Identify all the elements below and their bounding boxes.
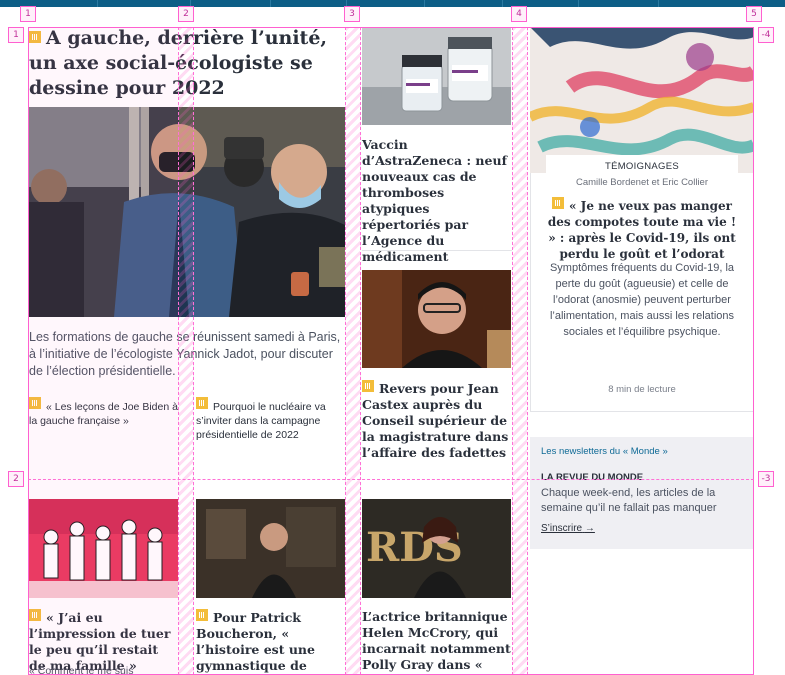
grid-gutter [345,27,361,675]
top-bar [0,0,785,7]
live-badge-icon [29,397,41,409]
grid-gutter [512,27,528,675]
mccrory-thumbnail[interactable]: RDS [362,499,511,598]
main-lede: Les formations de gauche se réunissent s… [29,330,341,378]
mccrory-photo-illustration: RDS [362,499,511,598]
main-article-photo[interactable] [29,107,345,317]
testimony-authors: Camille Bordenet et Eric Collier [576,177,708,188]
main-headline[interactable]: A gauche, derrière l’unité, un axe socia… [29,26,347,101]
testimony-label: TÉMOIGNAGES [546,155,738,175]
row-marker: -4 [758,27,774,43]
live-badge-icon [196,609,208,621]
newsletter-heading[interactable]: Les newsletters du « Monde » [541,446,668,457]
testimony-description: Symptômes fréquents du Covid-19, la pert… [549,262,735,338]
card-mccrory-title[interactable]: L’actrice britannique Helen McCrory, qui… [362,609,512,675]
card-boucheron-title[interactable]: Pour Patrick Boucheron, « l’histoire est… [196,609,346,675]
row-marker: 2 [8,471,24,487]
testimony-title[interactable]: « Je ne veux pas manger des compotes tou… [544,197,740,262]
vaccine-thumbnail[interactable] [362,27,511,125]
politicians-photo-illustration [29,107,345,317]
live-badge-icon [551,197,564,209]
boucheron-thumbnail[interactable] [196,499,345,598]
live-badge-icon [29,31,41,43]
card-vaccine-title[interactable]: Vaccin d’AstraZeneca : neuf nouveaux cas… [362,137,512,265]
castex-portrait-illustration [362,270,511,368]
newsletter-subscribe-link[interactable]: S’inscrire → [541,523,595,534]
abstract-brushstroke-illustration [530,27,754,173]
row-marker: 1 [8,27,24,43]
related-link-nuclear[interactable]: Pourquoi le nucléaire va s’inviter dans … [196,397,346,442]
reading-time: 8 min de lecture [608,384,676,395]
card-castex-title[interactable]: Revers pour Jean Castex auprès du Consei… [362,380,512,461]
column-marker: 2 [178,6,194,22]
column-marker: 1 [20,6,36,22]
related-link-biden[interactable]: « Les leçons de Joe Biden à la gauche fr… [29,397,179,428]
row-marker: -3 [758,471,774,487]
boucheron-portrait-illustration [196,499,345,598]
divider [530,411,754,412]
live-badge-icon [29,609,41,621]
impression-thumbnail[interactable] [29,499,178,598]
arrow-right-icon: → [584,523,595,534]
newsletter-title: LA REVUE DU MONDE [541,472,644,483]
live-badge-icon [196,397,208,409]
testimony-photo[interactable] [530,27,754,173]
divider [362,250,512,251]
live-badge-icon [362,380,374,392]
column-marker: 5 [746,6,762,22]
column-marker: 3 [344,6,360,22]
newsletter-description: Chaque week-end, les articles de la sema… [541,487,717,514]
family-illustration [29,499,178,598]
castex-thumbnail[interactable] [362,270,511,368]
column-marker: 4 [511,6,527,22]
card-impression-related[interactable]: « Comment je me suis [29,664,179,675]
vaccine-vials-illustration [362,27,511,125]
